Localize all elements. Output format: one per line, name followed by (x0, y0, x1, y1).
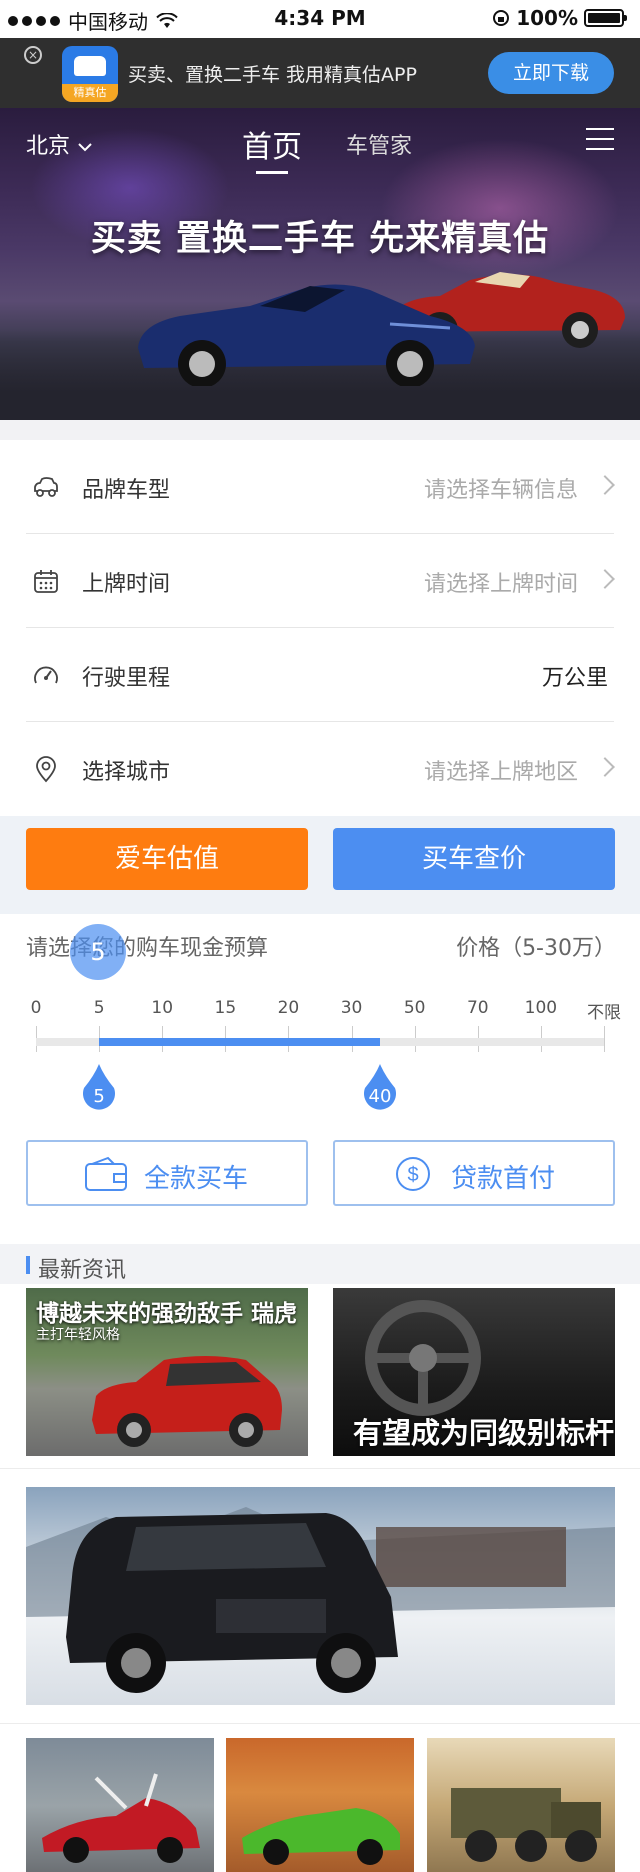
car-outline-icon (34, 477, 58, 497)
full-payment-button[interactable]: 全款买车 (26, 1140, 308, 1206)
news-title: 最新资讯 (38, 1258, 127, 1283)
slider-value-bubble: 5 (70, 924, 126, 980)
news-card-supercar[interactable] (26, 1738, 214, 1872)
scale-tick-label: 10 (151, 998, 174, 1018)
action-buttons: 爱车估值 买车查价 (0, 816, 640, 914)
form-label: 上牌时间 (82, 572, 171, 597)
scale-tick-label: 100 (524, 998, 558, 1018)
steering-wheel-image (365, 1300, 481, 1416)
form-row-registration-date[interactable]: 上牌时间 请选择上牌时间 (26, 534, 615, 628)
rotation-lock-icon (493, 10, 510, 26)
news-subtitle: 主打年轻风格 (36, 1327, 120, 1343)
chevron-right-icon (595, 757, 615, 777)
news-row (0, 1468, 640, 1724)
scale-tick-mark (604, 1026, 605, 1052)
scale-tick-label: 5 (93, 998, 105, 1018)
blue-car-image (138, 284, 475, 386)
battery-icon (584, 9, 627, 27)
news-card-red-suv[interactable]: 博越未来的强劲敌手 瑞虎 主打年轻风格 (26, 1288, 308, 1456)
app-download-banner: × 精真估 买卖、置换二手车 我用精真估APP 立即下载 (0, 38, 640, 108)
city-selector[interactable]: 北京 (26, 128, 93, 160)
hero-slogan: 买卖 置换二手车 先来精真估 (90, 219, 550, 259)
slider-handle-min[interactable]: 5 (80, 1064, 118, 1118)
form-row-city[interactable]: 选择城市 请选择上牌地区 (26, 722, 615, 816)
news-row (0, 1724, 640, 1872)
loan-downpayment-button[interactable]: $ 贷款首付 (333, 1140, 615, 1206)
green-sportscar-image (242, 1808, 400, 1865)
chevron-down-icon (78, 143, 92, 152)
chevron-right-icon (595, 569, 615, 589)
calendar-icon (34, 570, 58, 593)
form-row-brand-model[interactable]: 品牌车型 请选择车辆信息 (26, 440, 615, 534)
city-name: 北京 (26, 134, 71, 159)
form-label: 品牌车型 (82, 478, 171, 503)
budget-slider-fill (99, 1038, 380, 1046)
app-tagline: 买卖、置换二手车 我用精真估APP (128, 64, 417, 86)
car-valuation-button[interactable]: 爱车估值 (26, 828, 308, 890)
slider-handle-max[interactable]: 40 (361, 1064, 399, 1118)
budget-section: 请选择您的购车现金预算 5 价格（5-30万） 0 5 10 15 20 30 50 70 10… (0, 914, 640, 1244)
news-card-interior[interactable]: 有望成为同级别标杆 (333, 1288, 615, 1456)
form-value: 请选择上牌时间 (423, 572, 578, 597)
news-headline: 有望成为同级别标杆 (353, 1416, 615, 1450)
buy-car-price-button[interactable]: 买车查价 (333, 828, 615, 890)
form-value: 请选择上牌地区 (423, 760, 578, 785)
form-value: 请选择车辆信息 (423, 478, 578, 503)
svg-text:$: $ (407, 1164, 418, 1186)
menu-icon[interactable] (586, 128, 614, 152)
red-supercar-image (42, 1773, 200, 1863)
slider-handle-max-value: 40 (368, 1086, 392, 1107)
full-payment-label: 全款买车 (144, 1164, 249, 1194)
section-marker (26, 1256, 30, 1274)
news-card-military-truck[interactable] (427, 1738, 615, 1872)
scale-tick-label: 15 (214, 998, 237, 1018)
chevron-right-icon (595, 475, 615, 495)
scale-tick-label: 50 (403, 998, 426, 1018)
slider-handle-min-value: 5 (93, 1086, 105, 1107)
news-card-green-sportscar[interactable] (226, 1738, 414, 1872)
news-header: 最新资讯 (0, 1244, 640, 1284)
scale-tick-label: 0 (30, 998, 42, 1018)
news-card-range-rover[interactable] (26, 1487, 615, 1705)
battery-percent: 100% (516, 6, 578, 30)
tab-home[interactable]: 首页 (242, 122, 302, 174)
mileage-unit: 万公里 (541, 666, 608, 691)
form-label: 行驶里程 (82, 666, 171, 691)
app-logo: 精真估 (62, 46, 118, 102)
dollar-coin-icon: $ (396, 1157, 430, 1191)
news-headline: 博越未来的强劲敌手 瑞虎 (36, 1301, 298, 1327)
scale-tick-label: 不限 (587, 1003, 621, 1023)
news-row: 博越未来的强劲敌手 瑞虎 主打年轻风格 有望成为同级别标杆 (0, 1284, 640, 1468)
tab-car-butler[interactable]: 车管家 (346, 128, 412, 160)
location-pin-icon (36, 756, 56, 783)
scale-tick-label: 30 (340, 998, 363, 1018)
download-button[interactable]: 立即下载 (488, 52, 614, 94)
status-bar: 中国移动 4:34 PM 100% (0, 0, 640, 38)
scale-tick-label: 20 (277, 998, 300, 1018)
form-row-mileage[interactable]: 行驶里程 万公里 (26, 628, 614, 722)
car-icon (74, 56, 106, 76)
black-suv-image (26, 1507, 615, 1693)
scale-tick-label: 70 (466, 998, 489, 1018)
top-nav: 北京 首页 车管家 (0, 122, 640, 174)
wallet-icon (85, 1156, 127, 1191)
budget-title: 请选择您的购车现金预算 (26, 936, 269, 961)
app-logo-label: 精真估 (62, 84, 118, 102)
tab-home-label: 首页 (242, 130, 302, 165)
active-tab-indicator (256, 171, 288, 174)
military-truck-image (451, 1788, 601, 1862)
price-range-label: 价格（5-30万） (456, 936, 616, 961)
red-suv-image (92, 1356, 282, 1447)
valuation-form: 品牌车型 请选择车辆信息 上牌时间 请选择上牌时间 行驶里程 万公里 选择城市 … (0, 440, 640, 816)
close-icon[interactable]: × (24, 46, 42, 64)
form-label: 选择城市 (82, 760, 171, 785)
loan-downpayment-label: 贷款首付 (451, 1164, 556, 1194)
hero-banner: 北京 首页 车管家 买卖 置换二手车 先来精真估 (0, 108, 640, 420)
speedometer-icon (34, 666, 58, 684)
